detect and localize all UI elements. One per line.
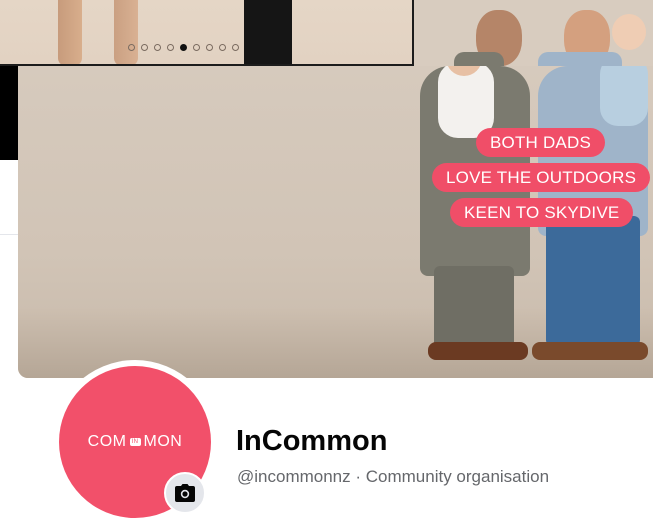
- divider: [0, 234, 18, 235]
- carousel-dot[interactable]: [219, 44, 226, 51]
- carousel-dot[interactable]: [180, 44, 187, 51]
- camera-icon: [175, 484, 195, 502]
- previous-photo-card[interactable]: [0, 0, 414, 66]
- person-figure: [428, 342, 528, 360]
- cover-photo[interactable]: BOTH DADS LOVE THE OUTDOORS KEEN TO SKYD…: [18, 66, 653, 378]
- carousel-dot[interactable]: [128, 44, 135, 51]
- photo-pants: [244, 0, 292, 64]
- person-figure: [546, 216, 640, 346]
- carousel-dot[interactable]: [206, 44, 213, 51]
- photo-legs-right: [114, 0, 138, 64]
- carousel-dot[interactable]: [154, 44, 161, 51]
- page-handle-category: @incommonnz · Community organisation: [237, 467, 550, 486]
- carousel-dots[interactable]: [128, 44, 239, 51]
- cover-photo-top: [414, 0, 653, 66]
- avatar-logo-text: COM: [87, 433, 127, 450]
- baby-figure: [438, 66, 494, 138]
- avatar-logo-text: MON: [143, 433, 183, 450]
- person-figure: [532, 342, 648, 360]
- baby-head: [612, 14, 646, 50]
- avatar-logo-text: IN: [129, 438, 141, 446]
- baby-figure: [600, 66, 648, 126]
- update-photo-button[interactable]: [164, 472, 206, 514]
- carousel-dot[interactable]: [141, 44, 148, 51]
- person-figure: [454, 52, 504, 66]
- cover-tag: KEEN TO SKYDIVE: [450, 198, 634, 227]
- photo-legs-left: [58, 0, 82, 64]
- avatar-logo: COM IN MON: [88, 433, 183, 451]
- carousel-dot[interactable]: [232, 44, 239, 51]
- side-panel-edge: [0, 160, 19, 240]
- page-title[interactable]: InCommon: [236, 425, 387, 458]
- cover-tag: LOVE THE OUTDOORS: [432, 163, 651, 192]
- carousel-dot[interactable]: [167, 44, 174, 51]
- person-figure: [538, 52, 622, 66]
- cover-tag: BOTH DADS: [476, 128, 605, 157]
- carousel-dot[interactable]: [193, 44, 200, 51]
